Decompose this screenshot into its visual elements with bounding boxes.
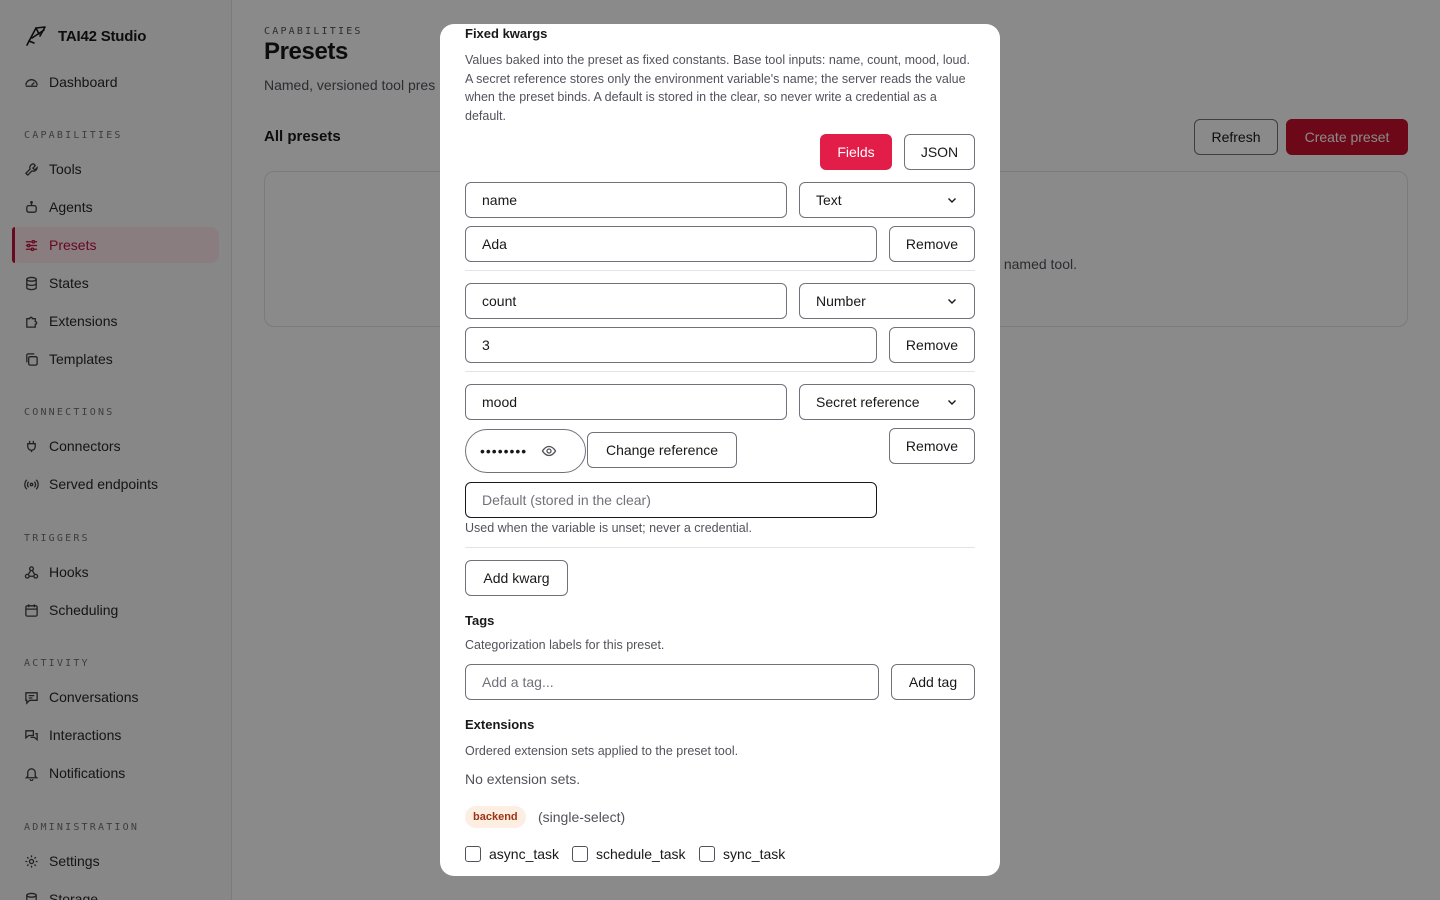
kwarg-type-select[interactable]: Text [799, 182, 975, 218]
checkbox[interactable] [465, 846, 481, 862]
row-divider [465, 547, 975, 548]
secret-reference-input[interactable]: •••••••• [465, 429, 586, 473]
tags-description: Categorization labels for this preset. [465, 638, 665, 652]
row-divider [465, 371, 975, 372]
kwarg-type-select[interactable]: Number [799, 283, 975, 319]
extension-option-async-task[interactable]: async_task [465, 846, 559, 862]
option-label: sync_task [723, 846, 786, 862]
extensions-empty: No extension sets. [465, 771, 581, 787]
tag-input[interactable]: Add a tag... [465, 664, 879, 700]
add-kwarg-button[interactable]: Add kwarg [465, 560, 568, 596]
secret-default-input[interactable]: Default (stored in the clear) [465, 482, 877, 518]
kwarg-value-input[interactable]: Ada [465, 226, 877, 262]
remove-kwarg-button[interactable]: Remove [889, 428, 975, 464]
kwarg-type-value: Secret reference [816, 394, 920, 410]
backend-badge: backend [465, 806, 526, 828]
kwarg-type-value: Number [816, 293, 866, 309]
kwarg-value-input[interactable]: 3 [465, 327, 877, 363]
extension-option-sync-task[interactable]: sync_task [699, 846, 785, 862]
mode-fields-button[interactable]: Fields [820, 134, 892, 170]
selection-mode: (single-select) [538, 809, 626, 825]
create-preset-dialog: Fixed kwargs Values baked into the prese… [440, 24, 1000, 876]
checkbox[interactable] [572, 846, 588, 862]
fixed-kwargs-title: Fixed kwargs [465, 26, 548, 41]
tags-title: Tags [465, 613, 495, 628]
extension-option-schedule-task[interactable]: schedule_task [572, 846, 686, 862]
remove-kwarg-button[interactable]: Remove [889, 226, 975, 262]
fixed-kwargs-description: Values baked into the preset as fixed co… [465, 53, 970, 123]
mode-json-button[interactable]: JSON [904, 134, 975, 170]
checkbox[interactable] [699, 846, 715, 862]
row-divider [465, 270, 975, 271]
extensions-description: Ordered extension sets applied to the pr… [465, 744, 739, 758]
option-label: async_task [489, 846, 560, 862]
kwarg-type-value: Text [816, 192, 842, 208]
kwarg-key-input[interactable]: mood [465, 384, 787, 420]
chevron-down-icon [948, 400, 956, 405]
chevron-down-icon [948, 198, 956, 203]
kwarg-type-select[interactable]: Secret reference [799, 384, 975, 420]
kwarg-key-input[interactable]: count [465, 283, 787, 319]
eye-icon[interactable] [541, 443, 557, 459]
add-tag-button[interactable]: Add tag [891, 664, 975, 700]
extensions-title: Extensions [465, 717, 535, 732]
option-label: schedule_task [596, 846, 686, 862]
remove-kwarg-button[interactable]: Remove [889, 327, 975, 363]
change-reference-button[interactable]: Change reference [587, 432, 737, 468]
secret-default-hint: Used when the variable is unset; never a… [465, 521, 752, 535]
secret-mask: •••••••• [480, 443, 528, 459]
kwarg-key-input[interactable]: name [465, 182, 787, 218]
chevron-down-icon [948, 299, 956, 304]
